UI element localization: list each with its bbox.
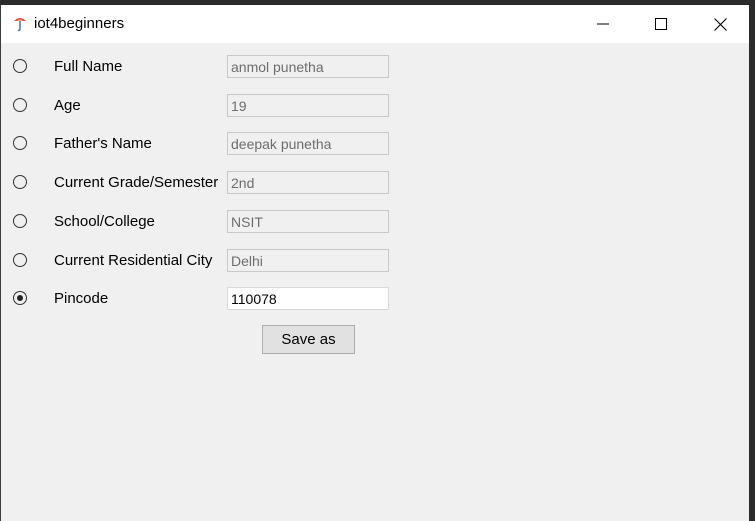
- minimize-icon: [597, 23, 609, 25]
- form-row-age: Age: [1, 94, 401, 118]
- window-title: iot4beginners: [34, 15, 125, 32]
- radio-city[interactable]: [13, 253, 27, 267]
- school-field[interactable]: [227, 210, 389, 233]
- label-school: School/College: [54, 213, 155, 230]
- maximize-icon: [655, 18, 667, 30]
- app-icon: [11, 14, 29, 32]
- form-row-fathers-name: Father's Name: [1, 132, 401, 156]
- age-field[interactable]: [227, 94, 389, 117]
- radio-full-name[interactable]: [13, 59, 27, 73]
- radio-school[interactable]: [13, 214, 27, 228]
- form-row-city: Current Residential City: [1, 249, 401, 273]
- form-row-grade: Current Grade/Semester: [1, 171, 401, 195]
- label-grade: Current Grade/Semester: [54, 174, 219, 191]
- fathers-name-field[interactable]: [227, 132, 389, 155]
- close-button[interactable]: [691, 5, 749, 43]
- form-row-full-name: Full Name: [1, 55, 401, 79]
- radio-age[interactable]: [13, 98, 27, 112]
- label-city: Current Residential City: [54, 252, 213, 269]
- app-window: iot4beginners Full Name Age Father: [0, 5, 749, 521]
- form-row-school: School/College: [1, 210, 401, 234]
- form-row-pincode: Pincode: [1, 287, 401, 311]
- pincode-field[interactable]: [227, 287, 389, 310]
- grade-field[interactable]: [227, 171, 389, 194]
- radio-fathers-name[interactable]: [13, 136, 27, 150]
- label-pincode: Pincode: [54, 290, 109, 307]
- title-bar[interactable]: iot4beginners: [1, 5, 749, 43]
- label-full-name: Full Name: [54, 58, 123, 75]
- radio-pincode[interactable]: [13, 291, 27, 305]
- minimize-button[interactable]: [574, 5, 632, 43]
- save-as-button[interactable]: Save as: [262, 325, 355, 354]
- full-name-field[interactable]: [227, 55, 389, 78]
- label-age: Age: [54, 97, 81, 114]
- label-fathers-name: Father's Name: [54, 135, 152, 152]
- close-icon: [713, 17, 727, 31]
- radio-grade[interactable]: [13, 175, 27, 189]
- maximize-button[interactable]: [632, 5, 690, 43]
- city-field[interactable]: [227, 249, 389, 272]
